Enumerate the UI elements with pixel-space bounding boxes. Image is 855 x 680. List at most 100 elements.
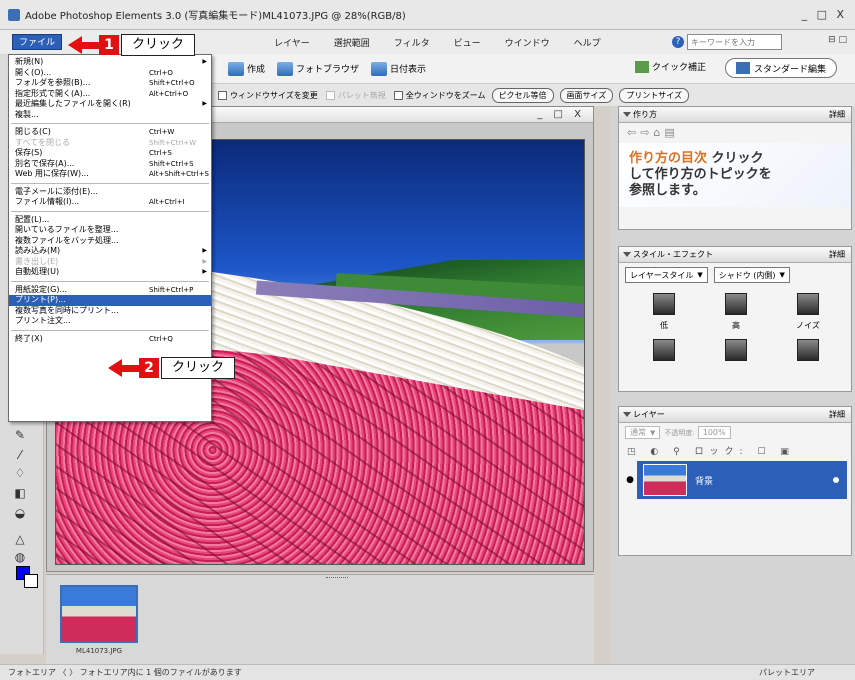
style-category-value: レイヤースタイル — [630, 270, 694, 280]
layers-more-button[interactable]: 詳細 — [829, 407, 845, 423]
file-menu-item[interactable]: 保存(S) Ctrl+S — [9, 148, 211, 159]
menu-file[interactable]: ファイル — [12, 34, 63, 50]
fit-screen-button[interactable]: 画面サイズ — [559, 87, 614, 103]
file-menu-item[interactable]: 開いているファイルを整理... — [9, 225, 211, 236]
file-menu-item[interactable]: 別名で保存(A)... Shift+Ctrl+S — [9, 159, 211, 170]
help-icon[interactable]: ? — [672, 36, 684, 48]
eye-icon[interactable]: ● — [623, 461, 637, 499]
styles-panel-header[interactable]: スタイル・エフェクト 詳細 — [619, 247, 851, 263]
menu-item-label: プリント注文... — [15, 316, 71, 325]
file-menu-item[interactable]: 開く(O)... Ctrl+O — [9, 68, 211, 79]
create-button[interactable]: 作成 — [228, 61, 265, 76]
date-view-label: 日付表示 — [390, 65, 427, 75]
effect-5[interactable] — [707, 339, 765, 366]
palette-controls[interactable]: ⊟ □ — [828, 35, 847, 45]
howto-more-button[interactable]: 詳細 — [829, 107, 845, 123]
layer-row-background[interactable]: ● 背景 — [623, 461, 847, 499]
menu-item-shortcut: Alt+Shift+Ctrl+S — [149, 170, 209, 178]
pencil-tool-icon[interactable]: ⁄ — [12, 448, 28, 462]
effect-high[interactable]: 高 — [707, 293, 765, 331]
styles-more-button[interactable]: 詳細 — [829, 247, 845, 263]
photo-browser-button[interactable]: フォトブラウザ — [277, 61, 359, 76]
background-color-swatch[interactable] — [24, 574, 38, 588]
layers-panel-header[interactable]: レイヤー 詳細 — [619, 407, 851, 423]
menu-filter[interactable]: フィルタ — [382, 36, 442, 49]
file-menu-item[interactable]: 複製... — [9, 110, 211, 121]
file-menu-item[interactable]: 新規(N) ▶ — [9, 57, 211, 68]
file-menu-item[interactable]: フォルダを参照(B)... Shift+Ctrl+O — [9, 78, 211, 89]
create-icon — [228, 61, 244, 76]
blend-mode-select[interactable]: 通常 ▼ — [625, 426, 661, 439]
paint-bucket-icon[interactable]: ♢ — [12, 466, 28, 480]
file-menu-item[interactable]: 複数写真を同時にプリント... — [9, 306, 211, 317]
callout-step-2: 2 クリック — [108, 357, 236, 379]
quick-fix-button[interactable]: クイック補正 — [635, 60, 706, 73]
file-menu-item[interactable]: 複数ファイルをバッチ処理... — [9, 236, 211, 247]
file-menu-item[interactable]: Web 用に保存(W)... Alt+Shift+Ctrl+S — [9, 169, 211, 180]
menu-item-label: 複数ファイルをバッチ処理... — [15, 235, 119, 245]
standard-edit-button[interactable]: スタンダード編集 — [725, 58, 838, 78]
date-view-button[interactable]: 日付表示 — [371, 61, 427, 76]
step-label: クリック — [121, 34, 196, 56]
submenu-arrow-icon: ▶ — [202, 257, 207, 265]
file-menu-item[interactable]: 配置(L)... — [9, 215, 211, 226]
menu-item-label: 終了(X) — [15, 333, 43, 343]
actual-pixels-button[interactable]: ピクセル等倍 — [491, 87, 554, 103]
menu-item-shortcut: Shift+Ctrl+O — [149, 79, 195, 87]
menu-item-shortcut: Alt+Ctrl+I — [149, 198, 185, 206]
brush-tool-icon[interactable]: ✎ — [12, 428, 28, 442]
document-controls[interactable]: _ □ X — [537, 109, 585, 120]
styles-selects: レイヤースタイル ▼ シャドウ (内側) ▼ — [619, 263, 851, 287]
file-menu-item[interactable]: 最近編集したファイルを開く(R) ▶ — [9, 99, 211, 110]
help-search-input[interactable] — [687, 34, 782, 50]
effect-4[interactable] — [635, 339, 693, 366]
menu-item-label: 閉じる(C) — [15, 127, 51, 136]
file-menu-item[interactable]: ファイル情報(I)... Alt+Ctrl+I — [9, 197, 211, 208]
chevron-down-icon: ▼ — [697, 271, 703, 279]
howto-link[interactable]: 作り方の目次 — [629, 151, 707, 166]
photo-bin-grip[interactable] — [326, 577, 348, 580]
layer-tool-icons[interactable]: ◳ ◐ ⚲ ロック: ☐ ▣ — [619, 442, 851, 459]
menu-help[interactable]: ヘルプ — [562, 36, 613, 49]
zoom-all-checkbox[interactable]: 全ウィンドウをズーム — [393, 90, 486, 101]
resize-window-checkbox[interactable]: ウィンドウサイズを変更 — [218, 90, 318, 101]
status-palette-area[interactable]: パレットエリア — [759, 667, 815, 678]
shape-tool-icon[interactable]: ◒ — [12, 506, 28, 520]
file-menu-item[interactable]: 電子メールに添付(E)... — [9, 187, 211, 198]
opacity-field[interactable]: 100% — [697, 426, 731, 439]
menu-view[interactable]: ビュー — [442, 36, 493, 49]
howto-nav-icons[interactable]: ⇦⇨⌂▤ — [619, 123, 851, 143]
layer-options: 通常 ▼ 不透明度: 100% — [619, 423, 851, 442]
menu-window[interactable]: ウインドウ — [493, 36, 562, 49]
file-menu-item[interactable]: 用紙設定(G)... Shift+Ctrl+P — [9, 285, 211, 296]
effect-6[interactable] — [779, 339, 837, 366]
file-menu-item[interactable]: 閉じる(C) Ctrl+W — [9, 127, 211, 138]
menu-item-label: ファイル情報(I)... — [15, 197, 80, 206]
status-photo-area[interactable]: フォトエリア 〈 〉 フォトエリア内に 1 個のファイルがあります — [8, 667, 242, 678]
effect-low[interactable]: 低 — [635, 293, 693, 331]
gradient-tool-icon[interactable]: ◧ — [12, 486, 28, 500]
file-menu-item[interactable]: 終了(X) Ctrl+Q — [9, 334, 211, 345]
photo-thumbnail[interactable] — [60, 585, 138, 643]
menu-item-label: Web 用に保存(W)... — [15, 169, 89, 178]
style-type-select[interactable]: シャドウ (内側) ▼ — [713, 267, 790, 283]
window-controls[interactable]: _ □ X — [802, 8, 847, 21]
print-size-button[interactable]: プリントサイズ — [619, 87, 690, 103]
file-menu-item[interactable]: 読み込み(M) ▶ — [9, 246, 211, 257]
menu-select[interactable]: 選択範囲 — [322, 36, 382, 49]
howto-panel-header[interactable]: 作り方 詳細 — [619, 107, 851, 123]
file-menu-item[interactable]: 指定形式で開く(A)... Alt+Ctrl+O — [9, 89, 211, 100]
effect-noise[interactable]: ノイズ — [779, 293, 837, 331]
submenu-arrow-icon: ▶ — [202, 100, 207, 107]
menu-separator — [11, 329, 209, 331]
layers-panel-title: レイヤー — [633, 410, 665, 419]
file-menu-item[interactable]: 自動処理(U) ▶ — [9, 267, 211, 278]
sponge-tool-icon[interactable]: ◍ — [12, 550, 28, 564]
style-category-select[interactable]: レイヤースタイル ▼ — [625, 267, 708, 283]
styles-effects-panel: スタイル・エフェクト 詳細 レイヤースタイル ▼ シャドウ (内側) ▼ 低 高 ノ… — [618, 246, 852, 392]
file-menu-item[interactable]: プリント(P)... — [9, 295, 211, 306]
menu-layer[interactable]: レイヤー — [262, 36, 322, 49]
file-menu-item[interactable]: プリント注文... — [9, 316, 211, 327]
dropper-tool-icon[interactable]: △ — [12, 532, 28, 546]
collapse-icon — [623, 412, 631, 417]
